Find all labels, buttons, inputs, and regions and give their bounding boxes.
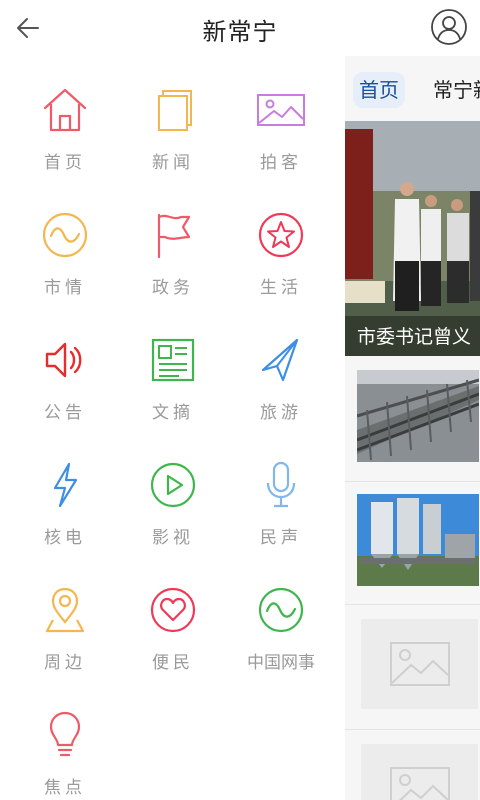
- grid-label: 文摘: [152, 403, 194, 423]
- grid-item-china-net[interactable]: 中国网事: [226, 586, 336, 673]
- grid-label: 核电: [44, 528, 86, 548]
- map-pin-icon: [45, 587, 85, 633]
- concrete-silo-photo: [357, 494, 479, 586]
- star-circle-icon: [258, 212, 304, 258]
- speaker-icon: [45, 342, 82, 378]
- grid-item-gov[interactable]: 政务: [118, 211, 228, 298]
- tab-home[interactable]: 首页: [353, 72, 405, 108]
- divider: [345, 604, 480, 605]
- grid-item-digest[interactable]: 文摘: [118, 336, 228, 423]
- grid-label: 新闻: [152, 153, 194, 173]
- grid-label: 民声: [260, 528, 302, 548]
- news-thumb-railway[interactable]: [357, 370, 479, 462]
- grid-item-nearby[interactable]: 周边: [10, 586, 120, 673]
- paper-plane-icon: [261, 338, 299, 382]
- grid-item-travel[interactable]: 旅游: [226, 336, 336, 423]
- news-pages-icon: [158, 90, 192, 131]
- news-thumb-placeholder[interactable]: [361, 744, 478, 800]
- grid-label: 影视: [152, 528, 194, 548]
- hero-photo[interactable]: [345, 121, 480, 356]
- page-title: 新常宁: [202, 18, 278, 46]
- grid-item-focus[interactable]: 焦点: [10, 711, 120, 798]
- railway-track-photo: [357, 370, 479, 462]
- newspaper-icon: [151, 338, 195, 382]
- wave-circle-icon: [42, 212, 88, 258]
- grid-label: 拍客: [260, 153, 302, 173]
- image-placeholder-icon: [390, 767, 450, 800]
- grid-item-life[interactable]: 生活: [226, 211, 336, 298]
- divider: [345, 729, 480, 730]
- grid-label: 政务: [152, 278, 194, 298]
- grid-label: 便民: [152, 653, 194, 673]
- wave-circle-icon: [258, 587, 304, 633]
- grid-label: 首页: [44, 153, 86, 173]
- heart-circle-icon: [150, 587, 196, 633]
- news-feed: 首页 常宁新闻 市委书记曾义: [345, 56, 480, 800]
- grid-label: 旅游: [260, 403, 302, 423]
- grid-label: 中国网事: [247, 653, 315, 673]
- app-header: 新常宁: [0, 0, 480, 56]
- tab-changning-news[interactable]: 常宁新闻: [433, 72, 480, 108]
- lightbulb-icon: [49, 711, 81, 757]
- user-avatar-icon: [431, 9, 467, 45]
- grid-label: 公告: [44, 403, 86, 423]
- grid-item-convenience[interactable]: 便民: [118, 586, 228, 673]
- grid-item-voice[interactable]: 民声: [226, 461, 336, 548]
- news-thumb-silos[interactable]: [357, 494, 479, 586]
- grid-item-paike[interactable]: 拍客: [226, 86, 336, 173]
- image-placeholder-icon: [390, 642, 450, 686]
- profile-button[interactable]: [430, 8, 468, 46]
- grid-item-notice[interactable]: 公告: [10, 336, 120, 423]
- grid-label: 周边: [44, 653, 86, 673]
- flag-icon: [157, 213, 191, 259]
- grid-item-news[interactable]: 新闻: [118, 86, 228, 173]
- grid-item-video[interactable]: 影视: [118, 461, 228, 548]
- grid-item-home[interactable]: 首页: [10, 86, 120, 173]
- play-circle-icon: [150, 462, 196, 508]
- grid-label: 生活: [260, 278, 302, 298]
- hero-photo-image: [345, 121, 480, 356]
- grid-item-nuclear[interactable]: 核电: [10, 461, 120, 548]
- home-icon: [43, 88, 87, 132]
- divider: [345, 481, 480, 482]
- image-icon: [257, 94, 305, 126]
- microphone-icon: [266, 461, 296, 508]
- grid-item-city[interactable]: 市情: [10, 211, 120, 298]
- news-thumb-placeholder[interactable]: [361, 619, 478, 709]
- lightning-icon: [53, 462, 78, 508]
- hero-caption: 市委书记曾义: [357, 326, 472, 348]
- grid-label: 市情: [44, 278, 86, 298]
- category-drawer: 首页 新闻 拍客 市情 政务 生活 公告 文摘 旅游 核电 影视 民声 周边 便…: [0, 56, 345, 800]
- grid-label: 焦点: [44, 778, 86, 798]
